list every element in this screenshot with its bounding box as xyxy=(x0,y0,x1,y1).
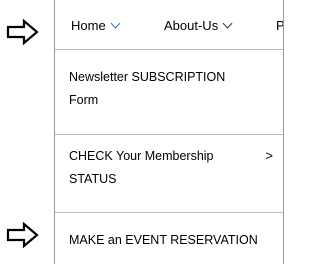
nav-clipped-label: P xyxy=(276,18,284,33)
pointer-arrow-icon xyxy=(6,222,40,248)
menu-item-make-event-reservation[interactable]: MAKE an EVENT RESERVATION xyxy=(55,213,283,264)
top-navigation-bar: Home About-Us P xyxy=(55,0,283,50)
nav-item-clipped[interactable]: P xyxy=(276,18,284,33)
nav-item-home[interactable]: Home xyxy=(71,18,121,33)
nav-about-label: About-Us xyxy=(164,18,219,33)
menu-item-label: STATUS xyxy=(69,172,117,186)
nav-item-about-us[interactable]: About-Us xyxy=(164,18,233,33)
menu-item-label: MAKE an EVENT RESERVATION xyxy=(69,233,258,247)
chevron-right-icon: > xyxy=(265,148,273,163)
nav-home-label: Home xyxy=(71,18,106,33)
menu-item-label: Form xyxy=(69,93,99,107)
chevron-down-icon xyxy=(222,18,233,29)
menu-item-label: Newsletter SUBSCRIPTION xyxy=(69,70,226,84)
pointer-arrow-icon xyxy=(6,19,40,45)
navigation-menu: Home About-Us P Newsletter SUBSCRIPTION … xyxy=(54,0,284,264)
menu-item-newsletter-subscription[interactable]: Newsletter SUBSCRIPTION Form xyxy=(55,50,283,135)
menu-item-check-membership-status[interactable]: CHECK Your Membership STATUS > xyxy=(55,135,283,213)
menu-item-label: CHECK Your Membership xyxy=(69,149,214,163)
chevron-down-icon xyxy=(110,18,121,29)
